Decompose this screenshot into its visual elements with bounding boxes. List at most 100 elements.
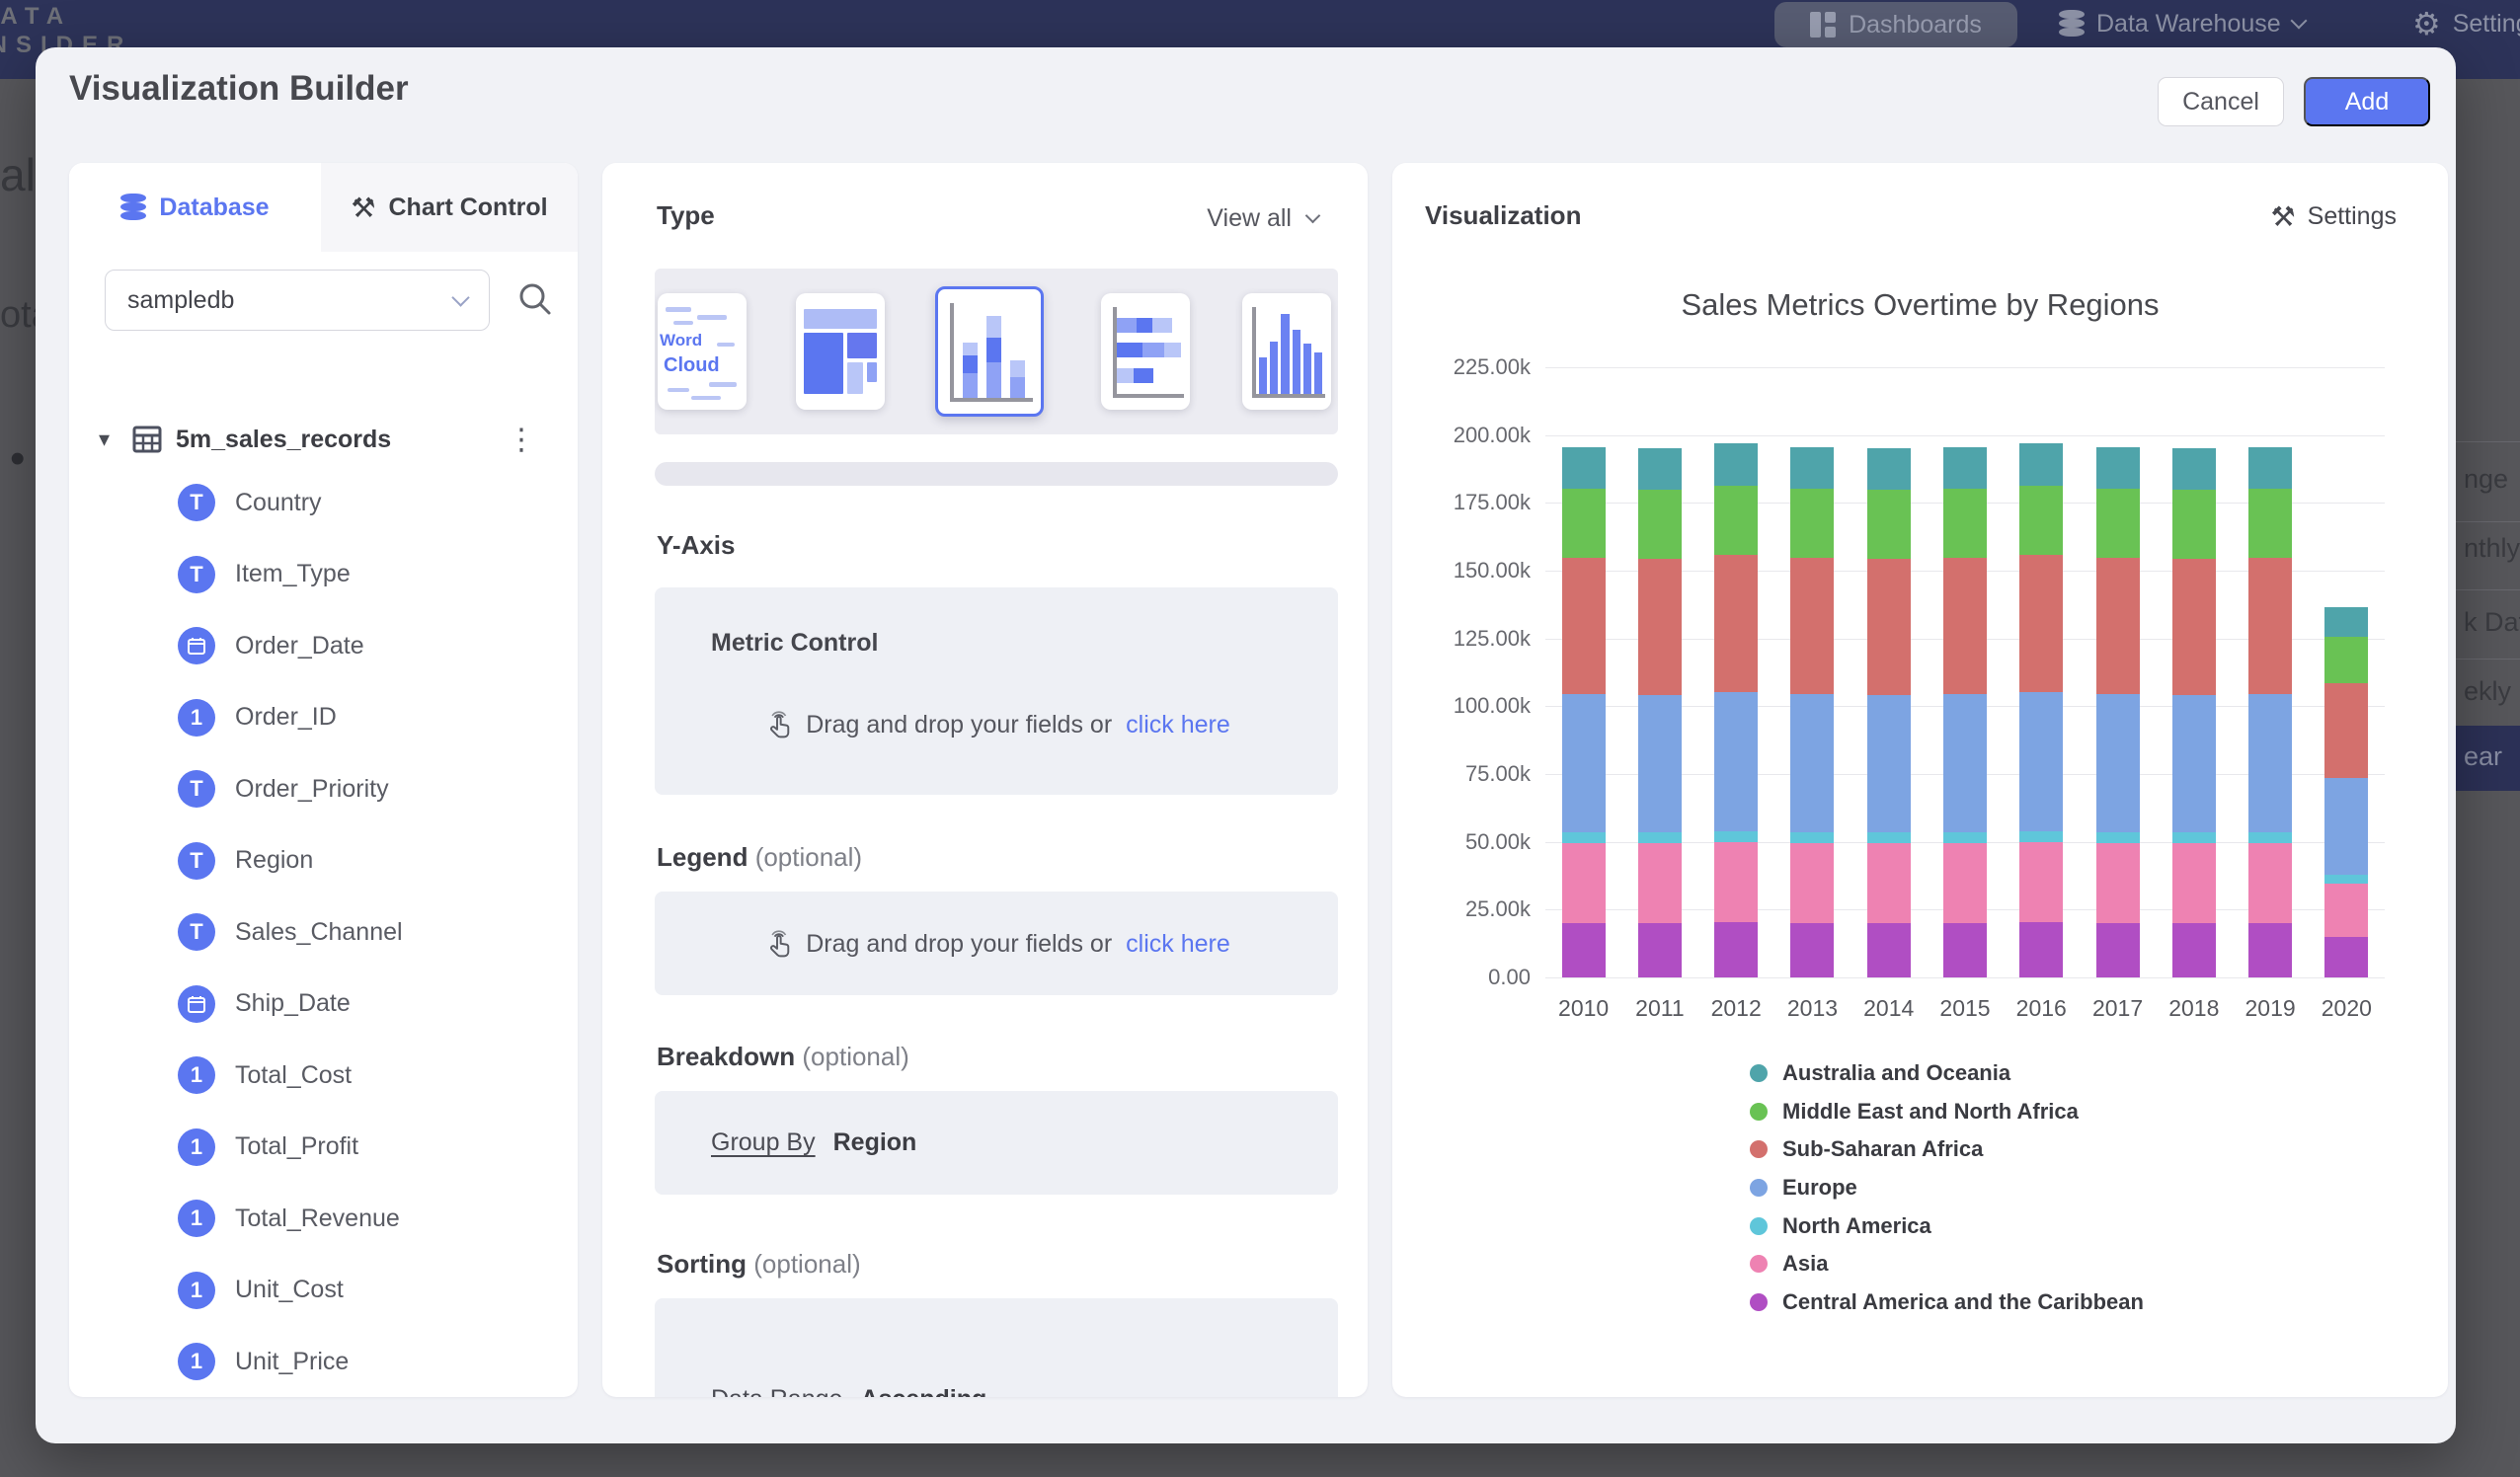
tools-icon: ⚒ (351, 192, 375, 224)
field-row-total_profit[interactable]: 1Total_Profit (69, 1112, 578, 1184)
bar-segment (1562, 832, 1606, 843)
menu-divider (2456, 659, 2520, 660)
y-tick-label: 125.00k (1392, 626, 1531, 652)
table-row[interactable]: ▾ 5m_sales_records ⋮ (69, 412, 578, 467)
bar-2020[interactable] (2324, 607, 2368, 977)
field-label: Country (235, 489, 322, 517)
gridline (1545, 977, 2385, 978)
chart-type-card-word-cloud[interactable]: WordCloud (658, 293, 747, 410)
bar-2014[interactable] (1867, 448, 1911, 977)
nav-settings[interactable]: ⚙ Settings (2412, 0, 2520, 47)
legend-item[interactable]: Asia (1750, 1245, 2144, 1283)
chevron-down-icon (1305, 208, 1321, 224)
chart-type-card-stacked-bar[interactable] (1101, 293, 1190, 410)
chart-plot (1545, 367, 2385, 977)
field-row-ship_date[interactable]: Ship_Date (69, 969, 578, 1041)
legend-item[interactable]: Australia and Oceania (1750, 1054, 2144, 1093)
add-button[interactable]: Add (2304, 77, 2430, 126)
bar-2011[interactable] (1638, 448, 1682, 977)
y-tick-label: 200.00k (1392, 423, 1531, 448)
bar-2012[interactable] (1714, 443, 1758, 977)
settings-button[interactable]: ⚒ Settings (2271, 200, 2397, 233)
field-tree: ▾ 5m_sales_records ⋮ TCountryTItem_TypeO… (69, 412, 578, 1397)
chart-type-card-treemap[interactable] (796, 293, 885, 410)
bar-segment (2324, 683, 2368, 778)
field-row-region[interactable]: TRegion (69, 825, 578, 897)
cancel-button[interactable]: Cancel (2158, 77, 2284, 126)
bar-segment (1790, 832, 1834, 843)
x-tick-label: 2013 (1774, 995, 1851, 1022)
stacked-bar-icon (1101, 293, 1190, 410)
group-by-link[interactable]: Group By (711, 1128, 816, 1157)
field-label: Sales_Channel (235, 918, 403, 947)
data-range-value[interactable]: Ascending (860, 1385, 986, 1398)
caret-down-icon[interactable]: ▾ (99, 427, 132, 452)
x-tick-label: 2017 (2080, 995, 2156, 1022)
chart-type-card-stacked-column[interactable] (935, 286, 1044, 417)
field-row-unit_price[interactable]: 1Unit_Price (69, 1326, 578, 1397)
view-all-dropdown[interactable]: View all (1207, 204, 1318, 233)
word-cloud-icon: WordCloud (658, 293, 747, 410)
text-field-icon: T (178, 556, 215, 593)
legend-heading: Legend (optional) (657, 842, 862, 873)
bar-segment (2324, 607, 2368, 637)
field-row-sales_channel[interactable]: T Sales_Channel (69, 896, 578, 969)
click-here-link[interactable]: click here (1126, 930, 1230, 959)
bar-2015[interactable] (1943, 447, 1987, 977)
bar-segment (1867, 843, 1911, 923)
bar-segment (1790, 843, 1834, 922)
bar-segment (2324, 937, 2368, 977)
tools-icon: ⚒ (2271, 200, 2296, 233)
bar-segment (2096, 923, 2140, 977)
field-row-order_priority[interactable]: TOrder_Priority (69, 753, 578, 825)
field-row-order_date[interactable]: Order_Date (69, 610, 578, 682)
legend-item[interactable]: Sub-Saharan Africa (1750, 1130, 2144, 1169)
background-menu-item-selected: ear (2456, 726, 2520, 791)
gridline (1545, 367, 2385, 368)
bar-2013[interactable] (1790, 447, 1834, 977)
group-by-value[interactable]: Region (833, 1128, 917, 1157)
data-range-link[interactable]: Data Range (711, 1385, 842, 1398)
bar-segment (2324, 778, 2368, 875)
breakdown-box: Group By Region (655, 1091, 1338, 1195)
nav-data-warehouse[interactable]: Data Warehouse (2059, 0, 2305, 47)
click-here-link[interactable]: click here (1126, 711, 1230, 739)
text-field-icon: T (178, 770, 215, 808)
bar-segment (1562, 694, 1606, 832)
bar-segment (1943, 832, 1987, 843)
bar-2018[interactable] (2172, 448, 2216, 977)
tab-database[interactable]: Database (69, 163, 321, 252)
field-row-country[interactable]: TCountry (69, 467, 578, 539)
kebab-menu-icon[interactable]: ⋮ (507, 423, 536, 457)
bar-2016[interactable] (2019, 443, 2063, 977)
database-select[interactable]: sampledb (105, 270, 490, 331)
database-icon (2059, 10, 2085, 38)
x-tick-label: 2020 (2309, 995, 2385, 1022)
legend-label: Central America and the Caribbean (1782, 1289, 2144, 1315)
metric-control-dropzone[interactable]: Metric Control Drag and drop your fields… (655, 587, 1338, 795)
legend-label: North America (1782, 1213, 1931, 1239)
text-field-icon: T (178, 913, 215, 951)
horizontal-scrollbar[interactable] (655, 462, 1338, 486)
search-icon[interactable] (515, 279, 555, 319)
bar-2017[interactable] (2096, 447, 2140, 977)
field-row-total_revenue[interactable]: 1Total_Revenue (69, 1183, 578, 1255)
legend-item[interactable]: Europe (1750, 1169, 2144, 1207)
field-row-unit_cost[interactable]: 1Unit_Cost (69, 1255, 578, 1327)
legend-item[interactable]: Middle East and North Africa (1750, 1093, 2144, 1131)
bar-segment (1638, 695, 1682, 833)
bar-segment (1714, 692, 1758, 831)
tab-chart-control[interactable]: ⚒ Chart Control (321, 163, 578, 252)
legend-item[interactable]: North America (1750, 1206, 2144, 1245)
menu-divider (2456, 589, 2520, 590)
legend-dropzone[interactable]: Drag and drop your fields or click here (655, 892, 1338, 995)
bar-2010[interactable] (1562, 447, 1606, 977)
legend-item[interactable]: Central America and the Caribbean (1750, 1283, 2144, 1322)
field-row-item_type[interactable]: TItem_Type (69, 539, 578, 611)
field-row-total_cost[interactable]: 1Total_Cost (69, 1040, 578, 1112)
nav-dashboards[interactable]: Dashboards (1774, 2, 2017, 47)
legend-label: Sub-Saharan Africa (1782, 1136, 1983, 1162)
bar-2019[interactable] (2248, 447, 2292, 977)
chart-type-card-column[interactable] (1242, 293, 1331, 410)
field-row-order_id[interactable]: 1Order_ID (69, 682, 578, 754)
